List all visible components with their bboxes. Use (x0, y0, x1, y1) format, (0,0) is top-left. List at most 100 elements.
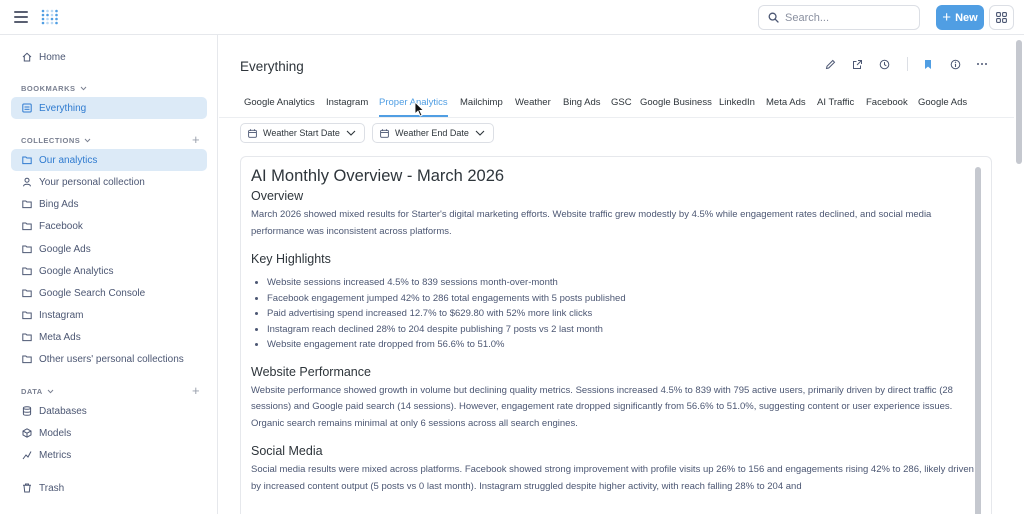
tab-bing-ads[interactable]: Bing Ads (563, 97, 601, 117)
sidebar-item-models[interactable]: Models (11, 422, 207, 444)
chevron-down-icon (346, 130, 356, 136)
sidebar-item-trash[interactable]: Trash (11, 477, 207, 499)
add-collection-icon[interactable]: + (192, 133, 200, 146)
card-scrollbar[interactable] (975, 167, 981, 514)
website-text: Website performance showed growth in vol… (251, 384, 953, 429)
sidebar-item-label: Google Analytics (39, 265, 114, 277)
weather-start-date-filter[interactable]: Weather Start Date (240, 123, 365, 143)
info-button[interactable] (948, 57, 962, 71)
list-item: Instagram reach declined 28% to 204 desp… (267, 322, 976, 338)
text-card: AI Monthly Overview - March 2026 Overvie… (240, 156, 992, 514)
report-title: AI Monthly Overview - March 2026 (251, 167, 505, 185)
bookmark-icon (925, 59, 931, 69)
sidebar-item-personal-collection[interactable]: Your personal collection (11, 171, 207, 193)
collections-heading[interactable]: COLLECTIONS (21, 136, 91, 145)
sidebar-item-label: Meta Ads (39, 331, 81, 343)
sidebar: Home BOOKMARKS Everything COLLECTIONS + … (0, 35, 218, 514)
clock-icon (879, 59, 889, 69)
search-input[interactable] (785, 9, 913, 27)
apps-button[interactable] (989, 5, 1014, 30)
bookmarks-heading[interactable]: BOOKMARKS (21, 84, 87, 93)
sidebar-item-metrics[interactable]: Metrics (11, 444, 207, 466)
add-data-icon[interactable]: + (192, 384, 200, 397)
folder-icon (22, 222, 32, 231)
sidebar-item-google-search-console[interactable]: Google Search Console (11, 282, 207, 304)
header-divider (907, 57, 908, 71)
overview-text: March 2026 showed mixed results for Star… (251, 209, 932, 237)
dashboard-icon (22, 103, 32, 113)
list-item: Website engagement rate dropped from 56.… (267, 337, 976, 353)
edit-button[interactable] (823, 57, 837, 71)
new-button[interactable]: + New (936, 5, 984, 30)
filter-label: Weather End Date (395, 128, 469, 138)
calendar-icon (248, 128, 257, 138)
logo-icon (41, 9, 58, 25)
folder-icon (22, 333, 32, 342)
sidebar-item-label: Other users' personal collections (39, 353, 184, 365)
list-item: Facebook engagement jumped 42% to 286 to… (267, 291, 976, 307)
search-box[interactable] (758, 5, 920, 30)
home-icon (22, 52, 32, 62)
share-button[interactable] (850, 57, 864, 71)
sidebar-item-label: Models (39, 427, 72, 439)
tab-ai-traffic[interactable]: AI Traffic (817, 97, 854, 117)
sidebar-item-bing-ads[interactable]: Bing Ads (11, 193, 207, 215)
tab-weather[interactable]: Weather (515, 97, 551, 117)
sidebar-item-other-users-collections[interactable]: Other users' personal collections (11, 348, 207, 370)
weather-end-date-filter[interactable]: Weather End Date (372, 123, 494, 143)
list-item: Website sessions increased 4.5% to 839 s… (267, 275, 976, 291)
sidebar-item-google-ads[interactable]: Google Ads (11, 238, 207, 260)
filter-label: Weather Start Date (263, 128, 340, 138)
info-icon (950, 59, 960, 69)
page-scrollbar[interactable] (1016, 40, 1022, 164)
tab-gsc[interactable]: GSC (611, 97, 632, 117)
database-icon (22, 406, 32, 416)
more-button[interactable] (975, 57, 989, 71)
history-button[interactable] (877, 57, 891, 71)
tab-instagram[interactable]: Instagram (326, 97, 368, 117)
tab-facebook[interactable]: Facebook (866, 97, 908, 117)
tab-google-ads[interactable]: Google Ads (918, 97, 967, 117)
grid-icon (996, 12, 1007, 23)
tab-google-business[interactable]: Google Business (640, 97, 712, 117)
calendar-icon (380, 128, 389, 138)
list-item: Paid advertising spend increased 12.7% t… (267, 306, 976, 322)
sidebar-item-meta-ads[interactable]: Meta Ads (11, 326, 207, 348)
mouse-cursor-icon (414, 101, 424, 117)
report-document: AI Monthly Overview - March 2026 Overvie… (251, 167, 976, 495)
tab-linkedin[interactable]: LinkedIn (719, 97, 755, 117)
social-text: Social media results were mixed across p… (251, 464, 974, 492)
folder-icon (22, 156, 32, 165)
sidebar-item-instagram[interactable]: Instagram (11, 304, 207, 326)
logo[interactable] (41, 9, 61, 25)
data-heading[interactable]: DATA (21, 387, 54, 396)
overview-heading: Overview (251, 189, 304, 203)
more-icon (977, 63, 987, 65)
tab-meta-ads[interactable]: Meta Ads (766, 97, 806, 117)
sidebar-item-google-analytics[interactable]: Google Analytics (11, 260, 207, 282)
chevron-down-icon (47, 389, 54, 394)
chevron-down-icon (84, 138, 91, 143)
chevron-down-icon (475, 130, 485, 136)
menu-icon[interactable] (14, 11, 28, 23)
folder-icon (22, 311, 32, 320)
folder-icon (22, 355, 32, 364)
new-button-label: New (955, 11, 978, 24)
sidebar-item-facebook[interactable]: Facebook (11, 215, 207, 237)
sidebar-item-our-analytics[interactable]: Our analytics (11, 149, 207, 171)
chevron-down-icon (80, 86, 86, 91)
folder-icon (22, 267, 32, 276)
sidebar-item-label: Google Ads (39, 243, 91, 255)
share-icon (852, 59, 862, 69)
sidebar-item-databases[interactable]: Databases (11, 400, 207, 422)
plus-icon: + (942, 8, 952, 26)
tab-google-analytics[interactable]: Google Analytics (244, 97, 315, 117)
sidebar-item-everything[interactable]: Everything (11, 97, 207, 119)
tab-mailchimp[interactable]: Mailchimp (460, 97, 503, 117)
metrics-icon (22, 451, 32, 460)
sidebar-item-label: Facebook (39, 220, 83, 232)
sidebar-item-label: Home (39, 51, 66, 63)
bookmark-button[interactable] (921, 57, 935, 71)
tabs-divider (219, 117, 1014, 118)
sidebar-item-home[interactable]: Home (11, 46, 207, 68)
